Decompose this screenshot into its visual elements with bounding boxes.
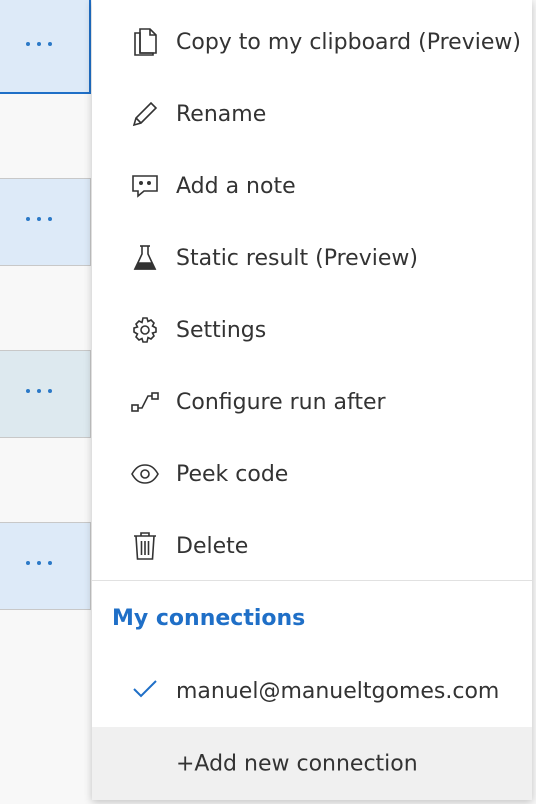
- checkmark-icon: [132, 679, 158, 703]
- menu-item-copy[interactable]: Copy to my clipboard (Preview): [92, 6, 532, 78]
- context-menu: Copy to my clipboard (Preview) Rename Ad…: [92, 0, 532, 800]
- menu-item-label: Configure run after: [176, 389, 386, 415]
- menu-item-label: Delete: [176, 533, 249, 559]
- more-options-icon: [26, 217, 52, 221]
- step-card-menu-button[interactable]: [0, 0, 91, 94]
- more-options-icon: [26, 389, 52, 393]
- menu-item-label: Settings: [176, 317, 267, 343]
- menu-item-settings[interactable]: Settings: [92, 294, 532, 366]
- add-connection-label: +Add new connection: [176, 751, 418, 776]
- connection-label: manuel@manueltgomes.com: [176, 678, 500, 704]
- menu-item-add-note[interactable]: Add a note: [92, 150, 532, 222]
- menu-item-peek-code[interactable]: Peek code: [92, 438, 532, 510]
- step-card-menu-button[interactable]: [0, 178, 91, 266]
- pencil-icon: [130, 99, 160, 129]
- menu-item-label: Add a note: [176, 173, 296, 199]
- copy-icon: [130, 27, 160, 57]
- menu-item-rename[interactable]: Rename: [92, 78, 532, 150]
- connections-heading: My connections: [112, 606, 306, 631]
- trash-icon: [130, 531, 160, 561]
- gear-icon: [130, 315, 160, 345]
- menu-item-delete[interactable]: Delete: [92, 510, 532, 582]
- eye-icon: [130, 459, 160, 489]
- comment-icon: [130, 171, 160, 201]
- menu-item-label: Peek code: [176, 461, 289, 487]
- menu-divider: [92, 580, 532, 581]
- menu-item-label: Rename: [176, 101, 267, 127]
- run-after-icon: [130, 387, 160, 417]
- menu-item-configure-run-after[interactable]: Configure run after: [92, 366, 532, 438]
- step-card-menu-button[interactable]: [0, 522, 91, 610]
- menu-item-static-result[interactable]: Static result (Preview): [92, 222, 532, 294]
- menu-item-label: Copy to my clipboard (Preview): [176, 29, 521, 55]
- more-options-icon: [26, 561, 52, 565]
- menu-item-label: Static result (Preview): [176, 245, 418, 271]
- flask-icon: [130, 243, 160, 273]
- more-options-icon: [26, 42, 52, 46]
- step-card-menu-button[interactable]: [0, 350, 91, 438]
- add-connection-button[interactable]: +Add new connection: [92, 727, 532, 800]
- connection-item[interactable]: manuel@manueltgomes.com: [92, 655, 532, 727]
